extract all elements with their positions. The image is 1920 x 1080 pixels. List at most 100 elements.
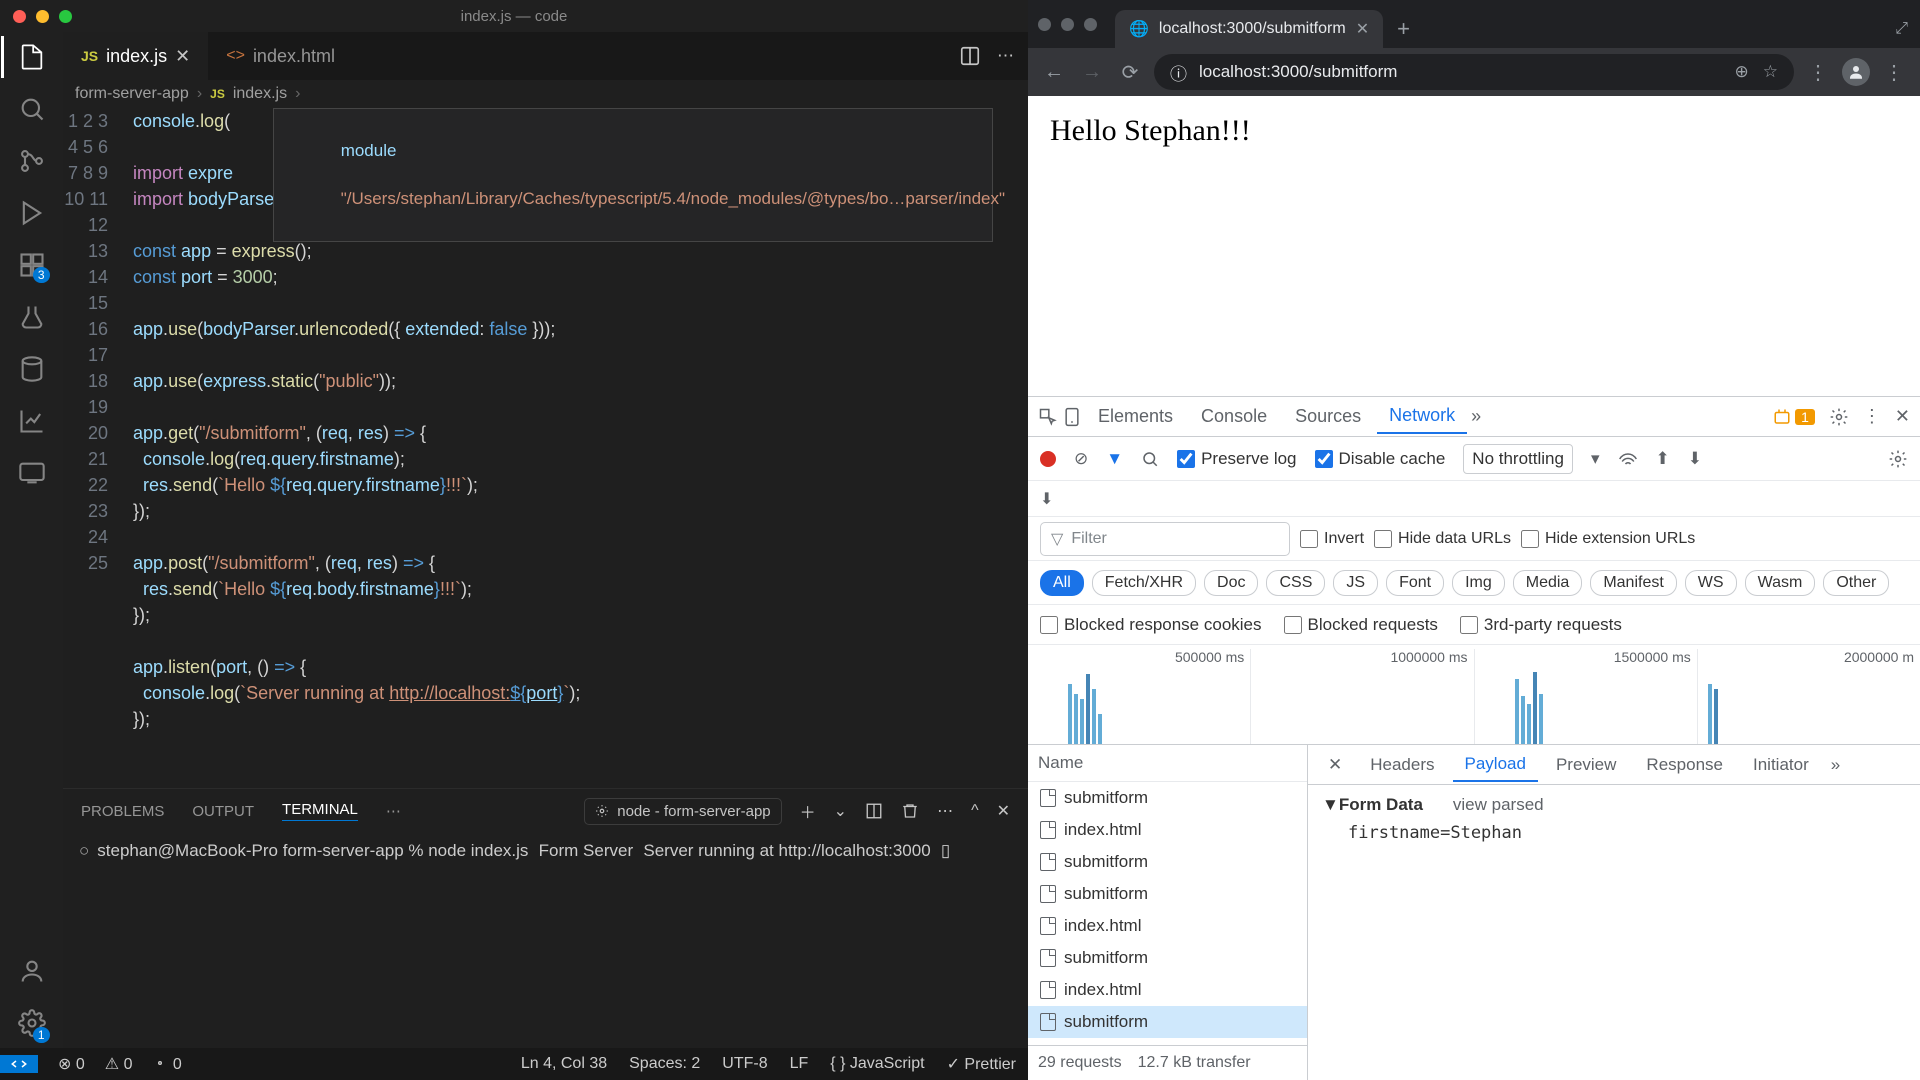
minimize-window-icon[interactable] <box>36 10 49 23</box>
source-control-icon[interactable] <box>17 146 47 176</box>
detail-tab-response[interactable]: Response <box>1634 749 1735 781</box>
invert-checkbox[interactable]: Invert <box>1300 530 1364 548</box>
search-icon[interactable] <box>17 94 47 124</box>
code-content[interactable]: console.log( import expre import bodyPar… <box>133 108 1028 788</box>
clear-icon[interactable]: ⊘ <box>1074 449 1088 469</box>
zoom-window-icon[interactable] <box>59 10 72 23</box>
more-actions-icon[interactable]: ⋯ <box>997 46 1014 66</box>
download-icon[interactable]: ⬇ <box>1040 489 1053 509</box>
request-row[interactable]: submitform <box>1028 782 1307 814</box>
pill-fetch[interactable]: Fetch/XHR <box>1092 570 1196 596</box>
devtools-tab-console[interactable]: Console <box>1189 400 1279 433</box>
filter-input[interactable]: ▽ Filter <box>1040 522 1290 556</box>
throttling-caret-icon[interactable]: ▾ <box>1591 449 1600 469</box>
pill-other[interactable]: Other <box>1823 570 1889 596</box>
split-terminal-icon[interactable] <box>865 802 883 820</box>
issues-badge[interactable]: 1 <box>1773 408 1815 426</box>
network-settings-icon[interactable] <box>1888 449 1908 469</box>
third-party-checkbox[interactable]: 3rd-party requests <box>1460 615 1622 635</box>
forward-icon[interactable]: → <box>1078 58 1106 86</box>
profile-avatar-icon[interactable] <box>1842 58 1870 86</box>
view-parsed-link[interactable]: view parsed <box>1453 795 1544 815</box>
filter-toggle-icon[interactable]: ▼ <box>1106 449 1123 469</box>
close-tab-icon[interactable]: ✕ <box>1356 19 1369 39</box>
reload-icon[interactable]: ⟳ <box>1116 58 1144 86</box>
close-window-icon[interactable] <box>13 10 26 23</box>
eol[interactable]: LF <box>790 1055 809 1073</box>
bookmark-star-icon[interactable]: ☆ <box>1763 62 1778 82</box>
expand-window-icon[interactable]: ⤢ <box>1883 10 1920 48</box>
close-detail-icon[interactable]: ✕ <box>1318 755 1352 775</box>
pill-css[interactable]: CSS <box>1266 570 1325 596</box>
devtools-settings-icon[interactable] <box>1829 407 1849 427</box>
new-tab-icon[interactable]: + <box>1383 10 1424 48</box>
breadcrumbs[interactable]: form-server-app › JS index.js › <box>63 80 1028 108</box>
remote-indicator-icon[interactable] <box>0 1055 38 1073</box>
request-row[interactable]: submitform <box>1028 878 1307 910</box>
code-editor[interactable]: 1 2 3 4 5 6 7 8 9 10 11 12 13 14 15 16 1… <box>63 108 1028 788</box>
blocked-requests-checkbox[interactable]: Blocked requests <box>1284 615 1438 635</box>
export-har-icon[interactable]: ⬇ <box>1688 449 1702 469</box>
browser-tab[interactable]: 🌐 localhost:3000/submitform ✕ <box>1115 10 1383 48</box>
devtools-tab-network[interactable]: Network <box>1377 399 1467 434</box>
address-bar[interactable]: ⓘ localhost:3000/submitform ⊕ ☆ <box>1154 54 1794 90</box>
request-row[interactable]: submitform <box>1028 846 1307 878</box>
panel-tab-problems[interactable]: PROBLEMS <box>81 803 164 820</box>
extensions-icon[interactable]: ⋮ <box>1804 58 1832 86</box>
settings-gear-icon[interactable]: 1 <box>17 1008 47 1038</box>
inspect-element-icon[interactable] <box>1038 407 1058 427</box>
pill-all[interactable]: All <box>1040 570 1084 596</box>
run-debug-icon[interactable] <box>17 198 47 228</box>
disable-cache-checkbox[interactable]: Disable cache <box>1315 449 1446 469</box>
network-conditions-icon[interactable] <box>1618 449 1638 469</box>
more-terminal-icon[interactable]: ⋯ <box>937 801 953 821</box>
maximize-panel-icon[interactable]: ^ <box>971 802 979 820</box>
remote-explorer-icon[interactable] <box>17 458 47 488</box>
hide-extension-urls-checkbox[interactable]: Hide extension URLs <box>1521 530 1695 548</box>
more-tabs-icon[interactable]: » <box>1471 406 1481 427</box>
back-icon[interactable]: ← <box>1040 58 1068 86</box>
close-devtools-icon[interactable]: ✕ <box>1895 406 1910 427</box>
request-row[interactable]: submitform <box>1028 1006 1307 1038</box>
detail-tab-initiator[interactable]: Initiator <box>1741 749 1821 781</box>
import-har-icon[interactable]: ⬆ <box>1656 449 1670 469</box>
preserve-log-checkbox[interactable]: Preserve log <box>1177 449 1296 469</box>
tab-index-html[interactable]: <> index.html <box>208 32 353 80</box>
panel-tab-terminal[interactable]: TERMINAL <box>282 801 358 821</box>
terminal-task[interactable]: node - form-server-app <box>584 798 781 825</box>
form-data-section[interactable]: ▼Form Data view parsed <box>1322 795 1906 815</box>
toggle-device-icon[interactable] <box>1062 407 1082 427</box>
tab-index-js[interactable]: JS index.js ✕ <box>63 32 208 80</box>
pill-font[interactable]: Font <box>1386 570 1444 596</box>
record-icon[interactable] <box>1040 451 1056 467</box>
prettier-status[interactable]: ✓ Prettier <box>947 1054 1016 1074</box>
terminal-content[interactable]: ○stephan@MacBook-Pro form-server-app % n… <box>63 833 1028 1048</box>
search-icon[interactable] <box>1141 450 1159 468</box>
sql-icon[interactable] <box>17 354 47 384</box>
panel-tab-output[interactable]: OUTPUT <box>192 803 254 820</box>
explorer-icon[interactable] <box>17 42 47 72</box>
more-tabs-icon[interactable]: » <box>1831 755 1840 775</box>
minimize-window-icon[interactable] <box>1061 18 1074 31</box>
site-info-icon[interactable]: ⓘ <box>1170 60 1187 85</box>
language-mode[interactable]: { } JavaScript <box>830 1055 924 1073</box>
panel-tab-more-icon[interactable]: ⋯ <box>386 802 401 820</box>
ports-count[interactable]: 0 <box>152 1055 181 1074</box>
timeline-overview[interactable]: 500000 ms 1000000 ms 1500000 ms 2000000 … <box>1028 645 1920 745</box>
devtools-tab-elements[interactable]: Elements <box>1086 400 1185 433</box>
split-editor-icon[interactable] <box>959 45 981 67</box>
add-terminal-icon[interactable]: ＋ <box>800 799 816 823</box>
close-window-icon[interactable] <box>1038 18 1051 31</box>
detail-tab-headers[interactable]: Headers <box>1358 749 1446 781</box>
request-row[interactable]: submitform <box>1028 942 1307 974</box>
detail-tab-payload[interactable]: Payload <box>1453 748 1538 782</box>
indentation[interactable]: Spaces: 2 <box>629 1055 700 1073</box>
encoding[interactable]: UTF-8 <box>722 1055 767 1073</box>
pill-ws[interactable]: WS <box>1685 570 1737 596</box>
hide-data-urls-checkbox[interactable]: Hide data URLs <box>1374 530 1511 548</box>
accounts-icon[interactable] <box>17 956 47 986</box>
name-column-header[interactable]: Name <box>1028 745 1307 782</box>
pill-img[interactable]: Img <box>1452 570 1505 596</box>
request-row[interactable]: index.html <box>1028 974 1307 1006</box>
detail-tab-preview[interactable]: Preview <box>1544 749 1628 781</box>
